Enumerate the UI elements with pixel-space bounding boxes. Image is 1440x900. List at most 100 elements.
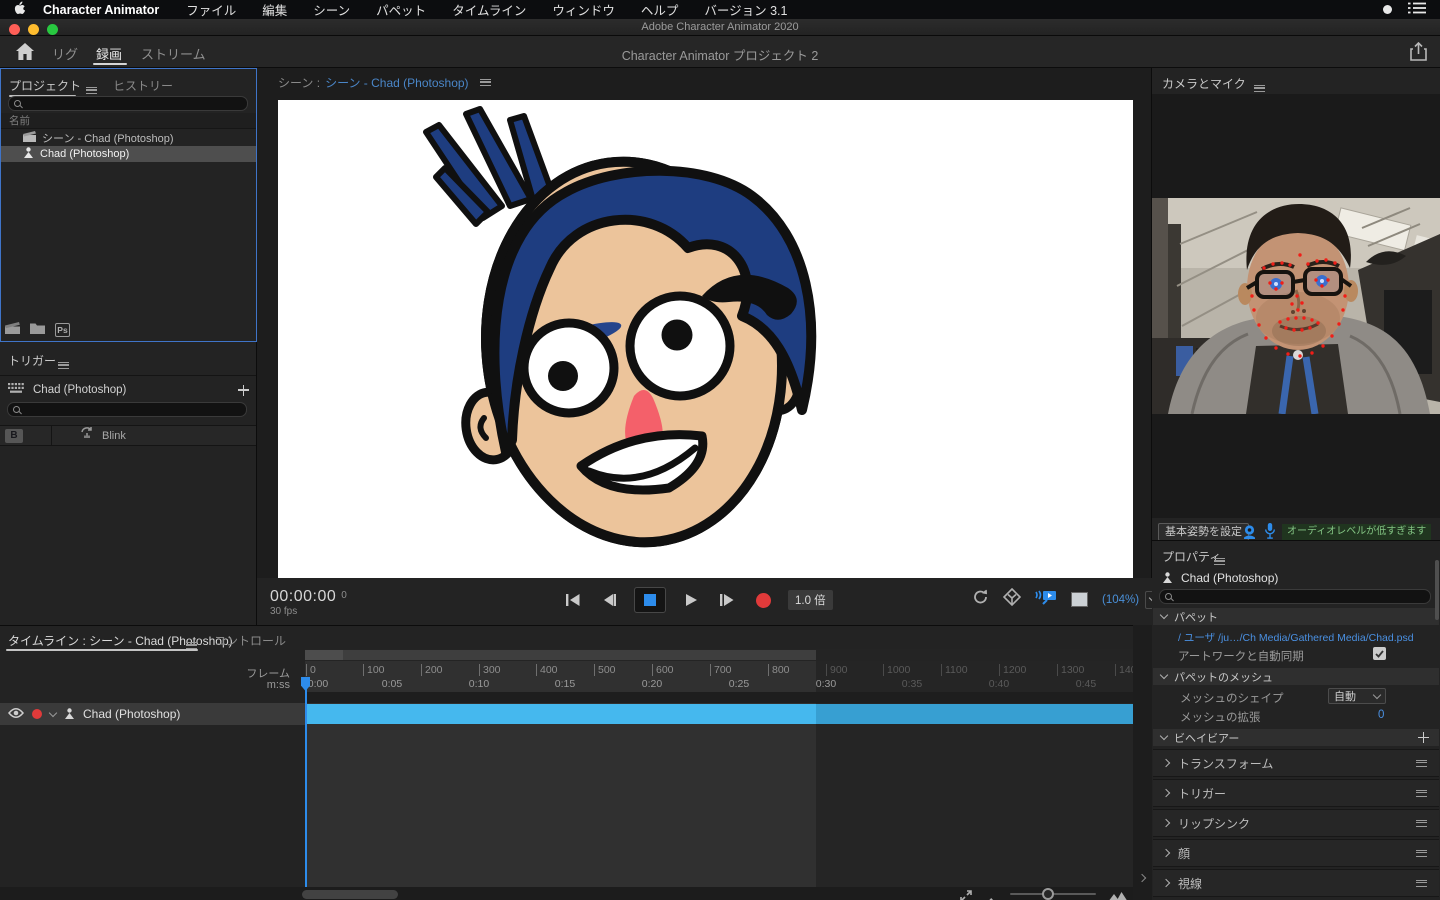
- track-header-chad[interactable]: Chad (Photoshop): [0, 703, 305, 725]
- tab-project-panel[interactable]: プロジェクト: [9, 77, 81, 94]
- arm-record-icon[interactable]: [32, 709, 42, 719]
- scene-canvas[interactable]: [278, 100, 1133, 578]
- project-search[interactable]: [8, 96, 248, 111]
- set-rest-pose-button[interactable]: 基本姿勢を設定: [1158, 523, 1249, 541]
- behavior-transform[interactable]: トランスフォーム: [1153, 749, 1439, 777]
- timeline-tab[interactable]: タイムライン : シーン - Chad (Photoshop): [8, 632, 233, 649]
- matte-square-icon[interactable]: [1071, 592, 1088, 607]
- stream-output-icon[interactable]: [1035, 589, 1057, 611]
- properties-scrollbar[interactable]: [1435, 560, 1439, 620]
- trigger-search[interactable]: [7, 402, 247, 417]
- fit-timeline-icon[interactable]: [960, 889, 972, 900]
- menubar-app-name[interactable]: Character Animator: [43, 3, 159, 17]
- record-button[interactable]: [752, 589, 774, 611]
- source-path-link[interactable]: / ユーザ /ju…/Ch Media/Gathered Media/Chad.…: [1178, 630, 1414, 645]
- menu-puppet[interactable]: パペット: [376, 0, 426, 19]
- properties-menu-icon[interactable]: [1214, 558, 1225, 565]
- track-bar-chad-tail[interactable]: [816, 704, 1133, 724]
- behavior-menu-icon[interactable]: [1416, 760, 1427, 767]
- zoom-level[interactable]: (104%): [1102, 594, 1139, 606]
- timeline-zoom-knob[interactable]: [1042, 888, 1054, 900]
- section-behaviors[interactable]: ビヘイビアー: [1153, 729, 1439, 746]
- menu-window[interactable]: ウィンドウ: [552, 0, 615, 19]
- behavior-menu-icon[interactable]: [1416, 850, 1427, 857]
- behavior-face[interactable]: 顔: [1153, 839, 1439, 867]
- timeline-pan-bar[interactable]: [305, 649, 1133, 661]
- properties-search-input[interactable]: [1172, 591, 1397, 603]
- track-bar-chad[interactable]: [305, 704, 816, 724]
- stop-button[interactable]: [634, 587, 666, 613]
- mesh-shape-dropdown[interactable]: 自動: [1328, 688, 1386, 704]
- add-behavior-button[interactable]: [1418, 732, 1429, 743]
- play-button[interactable]: [680, 589, 702, 611]
- time-tick: 0:15: [555, 678, 575, 690]
- time-tick: 0:40: [989, 678, 1009, 690]
- project-item-puppet[interactable]: Chad (Photoshop): [1, 146, 256, 162]
- time-row-label: m:ss: [267, 679, 290, 691]
- tab-history-panel[interactable]: ヒストリー: [113, 77, 173, 94]
- behavior-menu-icon[interactable]: [1416, 790, 1427, 797]
- trigger-row-blink[interactable]: B Blink: [0, 426, 256, 446]
- trigger-panel-menu-icon[interactable]: [58, 362, 69, 369]
- controls-tab[interactable]: コントロール: [214, 632, 286, 649]
- menu-help[interactable]: ヘルプ: [641, 0, 679, 19]
- menu-edit[interactable]: 編集: [262, 0, 287, 19]
- scene-name-link[interactable]: シーン - Chad (Photoshop): [325, 74, 468, 91]
- playhead-line[interactable]: [305, 677, 307, 887]
- frame-tick: 1100: [941, 664, 968, 676]
- scene-label: シーン :: [278, 74, 320, 91]
- go-to-start-button[interactable]: [562, 589, 584, 611]
- behavior-lipsync[interactable]: リップシンク: [1153, 809, 1439, 837]
- apple-menu-icon[interactable]: [14, 1, 27, 19]
- hscroll-thumb[interactable]: [302, 890, 398, 899]
- photoshop-badge-icon[interactable]: Ps: [55, 323, 70, 337]
- scene-view-panel: シーン : シーン - Chad (Photoshop): [257, 68, 1152, 625]
- scene-panel-menu-icon[interactable]: [480, 79, 491, 86]
- status-dot-icon[interactable]: [1383, 5, 1392, 14]
- menu-scene[interactable]: シーン: [313, 0, 350, 19]
- refresh-scene-icon[interactable]: [972, 589, 989, 610]
- step-forward-button[interactable]: [716, 589, 738, 611]
- trigger-key-badge[interactable]: B: [5, 429, 23, 443]
- trigger-name: Blink: [102, 430, 126, 442]
- timecode[interactable]: 00:00:00: [270, 588, 336, 605]
- mesh-expansion-value[interactable]: 0: [1378, 709, 1384, 721]
- project-panel-menu-icon[interactable]: [86, 87, 97, 94]
- track-expand-icon[interactable]: [49, 708, 57, 716]
- list-menu-icon[interactable]: [1408, 2, 1426, 17]
- new-scene-icon[interactable]: [5, 321, 20, 339]
- behavior-menu-icon[interactable]: [1416, 880, 1427, 887]
- auto-sync-checkbox[interactable]: [1373, 647, 1386, 660]
- project-search-input[interactable]: [21, 98, 219, 110]
- section-puppet-mesh[interactable]: パペットのメッシュ: [1153, 668, 1439, 685]
- camera-mic-title: カメラとマイク: [1162, 75, 1246, 92]
- behavior-triggers[interactable]: トリガー: [1153, 779, 1439, 807]
- behavior-gaze[interactable]: 視線: [1153, 869, 1439, 897]
- panel-collapse-chevron[interactable]: [1138, 874, 1146, 882]
- properties-search[interactable]: [1159, 589, 1431, 604]
- share-icon[interactable]: [1410, 42, 1427, 66]
- name-column-header[interactable]: 名前: [1, 113, 256, 129]
- new-folder-icon[interactable]: [30, 321, 45, 339]
- section-puppet[interactable]: パペット: [1153, 608, 1439, 625]
- project-item-scene[interactable]: シーン - Chad (Photoshop): [1, 130, 256, 146]
- timeline-menu-icon[interactable]: [186, 642, 197, 649]
- auto-sync-label: アートワークと自動同期: [1178, 648, 1304, 664]
- zoom-in-mountain-icon[interactable]: [1108, 889, 1128, 900]
- trigger-search-input[interactable]: [20, 404, 218, 416]
- timeline-hscrollbar[interactable]: [0, 887, 1152, 900]
- zoom-out-mountain-icon[interactable]: [986, 892, 999, 900]
- snapshot-diamond-icon[interactable]: [1003, 588, 1021, 611]
- window-title: Adobe Character Animator 2020: [0, 21, 1440, 33]
- playback-speed[interactable]: 1.0 倍: [788, 590, 833, 610]
- project-panel: プロジェクト ヒストリー 名前 シーン - Chad (Photoshop) C…: [0, 68, 257, 342]
- menu-timeline[interactable]: タイムライン: [452, 0, 526, 19]
- add-trigger-button[interactable]: [238, 385, 249, 396]
- behavior-menu-icon[interactable]: [1416, 820, 1427, 827]
- menu-file[interactable]: ファイル: [186, 0, 236, 19]
- menu-version[interactable]: バージョン 3.1: [704, 0, 787, 19]
- visibility-eye-icon[interactable]: [8, 707, 24, 721]
- camera-panel-menu-icon[interactable]: [1254, 85, 1265, 92]
- step-back-button[interactable]: [598, 589, 620, 611]
- trigger-swap-icon[interactable]: [80, 426, 94, 445]
